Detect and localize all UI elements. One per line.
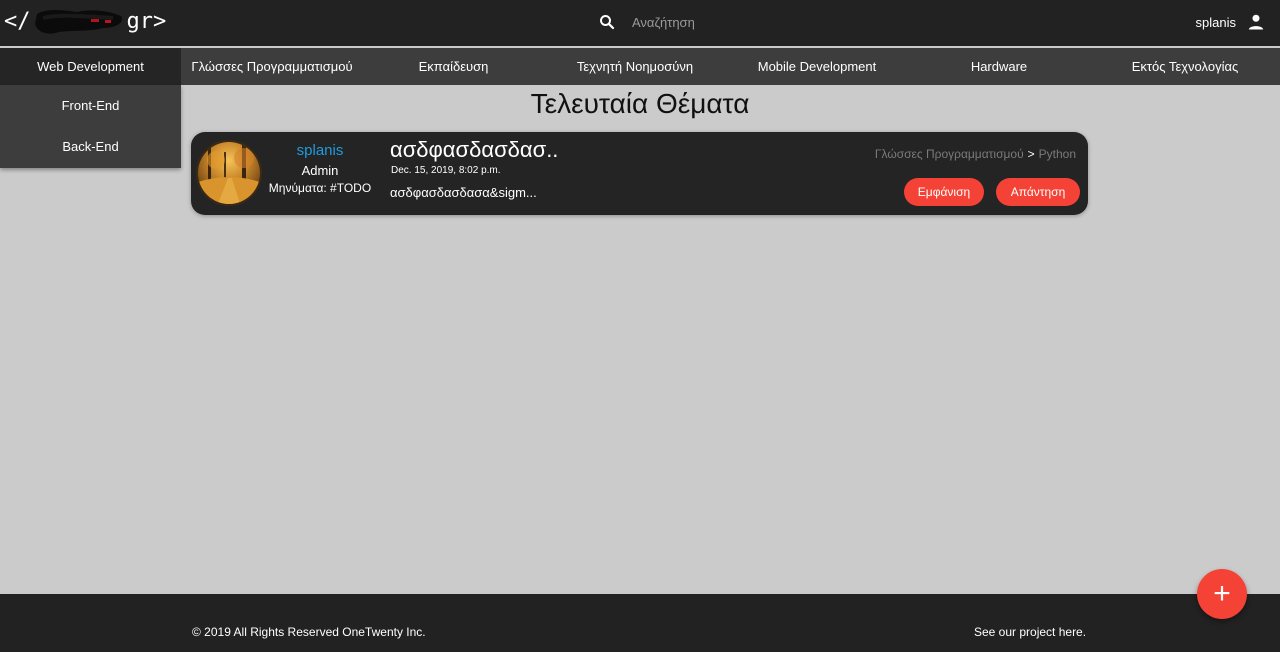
category-programming-languages[interactable]: Γλώσσες Προγραμματισμού bbox=[181, 48, 363, 85]
category-web-development[interactable]: Web Development bbox=[0, 48, 181, 85]
category-mobile-development[interactable]: Mobile Development bbox=[726, 48, 908, 85]
avatar[interactable] bbox=[196, 140, 262, 206]
logo-prefix: </ bbox=[4, 8, 31, 34]
category-artificial-intelligence[interactable]: Τεχνητή Νοημοσύνη bbox=[544, 48, 726, 85]
topic-title-link[interactable]: ασδφασδασδασ.. bbox=[390, 137, 558, 163]
category-education[interactable]: Εκπαίδευση bbox=[363, 48, 544, 85]
breadcrumb: Γλώσσες Προγραμματισμού > Python bbox=[875, 147, 1076, 161]
site-logo[interactable]: </ gr> bbox=[4, 6, 166, 36]
top-bar: </ gr> splanis bbox=[0, 0, 1280, 46]
copyright-text: © 2019 All Rights Reserved OneTwenty Inc… bbox=[192, 625, 426, 639]
account-icon[interactable] bbox=[1246, 12, 1266, 32]
breadcrumb-subcategory-link[interactable]: Python bbox=[1039, 147, 1076, 161]
breadcrumb-separator: > bbox=[1027, 147, 1035, 161]
plus-icon: + bbox=[1213, 577, 1231, 610]
new-topic-fab[interactable]: + bbox=[1197, 569, 1247, 619]
search-input[interactable] bbox=[632, 14, 812, 30]
dropdown-item-back-end[interactable]: Back-End bbox=[0, 126, 181, 167]
breadcrumb-category-link[interactable]: Γλώσσες Προγραμματισμού bbox=[875, 147, 1024, 161]
author-role: Admin bbox=[301, 163, 339, 178]
topic-date: Dec. 15, 2019, 8:02 p.m. bbox=[391, 165, 501, 176]
category-nav: Web Development Γλώσσες Προγραμματισμού … bbox=[0, 48, 1280, 85]
category-hardware[interactable]: Hardware bbox=[908, 48, 1090, 85]
footer: © 2019 All Rights Reserved OneTwenty Inc… bbox=[0, 594, 1280, 652]
logo-suffix: gr> bbox=[126, 8, 167, 34]
view-topic-button[interactable]: Εμφάνιση bbox=[904, 178, 984, 206]
author-post-count: Μηνύματα: #TODO bbox=[268, 181, 372, 195]
search-bar bbox=[598, 11, 838, 33]
page-title: Τελευταία Θέματα bbox=[530, 88, 750, 119]
project-link[interactable]: See our project here. bbox=[974, 625, 1086, 639]
logo-redaction bbox=[33, 6, 125, 36]
search-icon[interactable] bbox=[598, 13, 616, 31]
user-menu[interactable]: splanis bbox=[1196, 11, 1266, 33]
username-label: splanis bbox=[1195, 14, 1236, 30]
topic-card: splanis Admin Μηνύματα: #TODO ασδφασδασδ… bbox=[191, 132, 1088, 215]
reply-topic-button[interactable]: Απάντηση bbox=[996, 178, 1080, 206]
topic-excerpt: ασδφασδασδασα&sigm... bbox=[390, 185, 537, 200]
author-info: splanis Admin Μηνύματα: #TODO bbox=[265, 142, 375, 195]
author-name-link[interactable]: splanis bbox=[265, 142, 375, 162]
category-off-topic[interactable]: Εκτός Τεχνολογίας bbox=[1090, 48, 1280, 85]
